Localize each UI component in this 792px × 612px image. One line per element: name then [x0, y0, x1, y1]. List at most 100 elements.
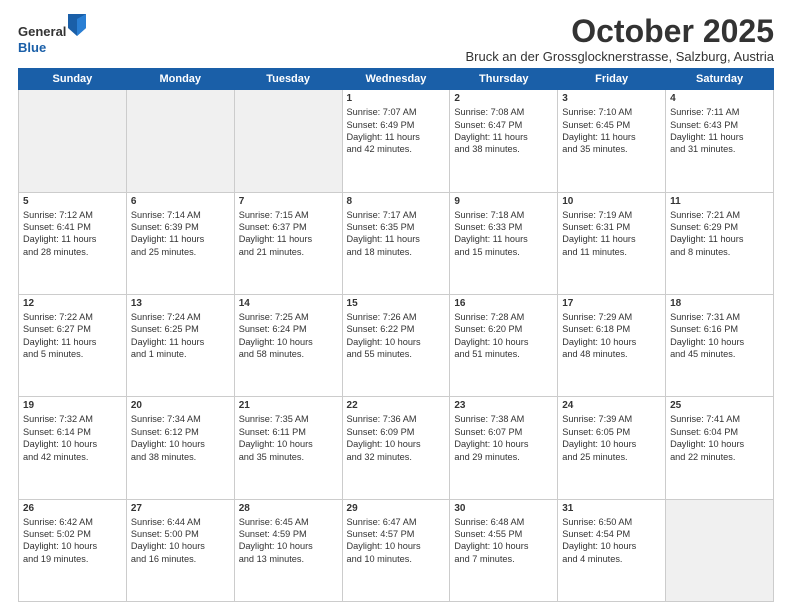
- calendar-cell: 7 Sunrise: 7:15 AMSunset: 6:37 PMDaylight…: [234, 192, 342, 294]
- cell-info: Sunrise: 7:08 AMSunset: 6:47 PMDaylight:…: [454, 106, 553, 156]
- day-number: 1: [347, 93, 446, 104]
- calendar-cell: [666, 499, 774, 601]
- calendar-row-3: 19 Sunrise: 7:32 AMSunset: 6:14 PMDayligh…: [19, 397, 774, 499]
- day-number: 22: [347, 400, 446, 411]
- day-number: 25: [670, 400, 769, 411]
- calendar-cell: 10Sunrise: 7:19 AMSunset: 6:31 PMDayligh…: [558, 192, 666, 294]
- calendar-cell: 12 Sunrise: 7:22 AMSunset: 6:27 PMDayligh…: [19, 294, 127, 396]
- cell-info: Sunrise: 7:11 AMSunset: 6:43 PMDaylight:…: [670, 106, 769, 156]
- logo-icon: [68, 14, 86, 36]
- calendar-cell: 5 Sunrise: 7:12 AMSunset: 6:41 PMDaylight…: [19, 192, 127, 294]
- logo: General Blue: [18, 14, 86, 55]
- weekday-header-monday: Monday: [126, 69, 234, 90]
- calendar-table: SundayMondayTuesdayWednesdayThursdayFrid…: [18, 68, 774, 602]
- calendar-cell: 16 Sunrise: 7:28 AMSunset: 6:20 PMDayligh…: [450, 294, 558, 396]
- day-number: 19: [23, 400, 122, 411]
- day-number: 8: [347, 196, 446, 207]
- logo-blue: Blue: [18, 40, 46, 55]
- calendar-cell: 9 Sunrise: 7:18 AMSunset: 6:33 PMDaylight…: [450, 192, 558, 294]
- day-number: 31: [562, 503, 661, 514]
- weekday-header-thursday: Thursday: [450, 69, 558, 90]
- logo-text: General Blue: [18, 14, 86, 55]
- cell-info: Sunrise: 6:47 AMSunset: 4:57 PMDaylight:…: [347, 516, 446, 566]
- month-title: October 2025: [465, 14, 774, 49]
- cell-info: Sunrise: 7:36 AMSunset: 6:09 PMDaylight:…: [347, 413, 446, 463]
- cell-info: Sunrise: 7:39 AMSunset: 6:05 PMDaylight:…: [562, 413, 661, 463]
- calendar-cell: 18 Sunrise: 7:31 AMSunset: 6:16 PMDayligh…: [666, 294, 774, 396]
- calendar-cell: 6Sunrise: 7:14 AMSunset: 6:39 PMDaylight…: [126, 192, 234, 294]
- calendar-row-0: 1 Sunrise: 7:07 AMSunset: 6:49 PMDaylight…: [19, 90, 774, 192]
- calendar-cell: 31 Sunrise: 6:50 AMSunset: 4:54 PMDayligh…: [558, 499, 666, 601]
- header: General Blue October 2025 Bruck an der G…: [18, 14, 774, 64]
- day-number: 4: [670, 93, 769, 104]
- calendar-row-1: 5 Sunrise: 7:12 AMSunset: 6:41 PMDaylight…: [19, 192, 774, 294]
- calendar-cell: 11 Sunrise: 7:21 AMSunset: 6:29 PMDayligh…: [666, 192, 774, 294]
- cell-info: Sunrise: 7:28 AMSunset: 6:20 PMDaylight:…: [454, 311, 553, 361]
- day-number: 24: [562, 400, 661, 411]
- day-number: 17: [562, 298, 661, 309]
- cell-info: Sunrise: 7:32 AMSunset: 6:14 PMDaylight:…: [23, 413, 122, 463]
- weekday-header-friday: Friday: [558, 69, 666, 90]
- cell-info: Sunrise: 7:10 AMSunset: 6:45 PMDaylight:…: [562, 106, 661, 156]
- cell-info: Sunrise: 7:35 AMSunset: 6:11 PMDaylight:…: [239, 413, 338, 463]
- calendar-cell: 2 Sunrise: 7:08 AMSunset: 6:47 PMDaylight…: [450, 90, 558, 192]
- day-number: 12: [23, 298, 122, 309]
- day-number: 11: [670, 196, 769, 207]
- cell-info: Sunrise: 7:21 AMSunset: 6:29 PMDaylight:…: [670, 209, 769, 259]
- calendar-cell: 3 Sunrise: 7:10 AMSunset: 6:45 PMDaylight…: [558, 90, 666, 192]
- calendar-cell: 1 Sunrise: 7:07 AMSunset: 6:49 PMDaylight…: [342, 90, 450, 192]
- cell-info: Sunrise: 7:07 AMSunset: 6:49 PMDaylight:…: [347, 106, 446, 156]
- cell-info: Sunrise: 6:45 AMSunset: 4:59 PMDaylight:…: [239, 516, 338, 566]
- day-number: 20: [131, 400, 230, 411]
- day-number: 18: [670, 298, 769, 309]
- cell-info: Sunrise: 7:34 AMSunset: 6:12 PMDaylight:…: [131, 413, 230, 463]
- cell-info: Sunrise: 7:18 AMSunset: 6:33 PMDaylight:…: [454, 209, 553, 259]
- calendar-cell: 30Sunrise: 6:48 AMSunset: 4:55 PMDayligh…: [450, 499, 558, 601]
- calendar-cell: [19, 90, 127, 192]
- location-title: Bruck an der Grossglocknerstrasse, Salzb…: [465, 49, 774, 64]
- calendar-cell: 27Sunrise: 6:44 AMSunset: 5:00 PMDayligh…: [126, 499, 234, 601]
- day-number: 7: [239, 196, 338, 207]
- calendar-cell: 20 Sunrise: 7:34 AMSunset: 6:12 PMDayligh…: [126, 397, 234, 499]
- title-block: October 2025 Bruck an der Grossglockners…: [465, 14, 774, 64]
- cell-info: Sunrise: 7:25 AMSunset: 6:24 PMDaylight:…: [239, 311, 338, 361]
- day-number: 28: [239, 503, 338, 514]
- cell-info: Sunrise: 6:42 AMSunset: 5:02 PMDaylight:…: [23, 516, 122, 566]
- day-number: 30: [454, 503, 553, 514]
- calendar-cell: 22 Sunrise: 7:36 AMSunset: 6:09 PMDayligh…: [342, 397, 450, 499]
- cell-info: Sunrise: 7:22 AMSunset: 6:27 PMDaylight:…: [23, 311, 122, 361]
- calendar-cell: 14Sunrise: 7:25 AMSunset: 6:24 PMDayligh…: [234, 294, 342, 396]
- calendar-cell: 24 Sunrise: 7:39 AMSunset: 6:05 PMDayligh…: [558, 397, 666, 499]
- cell-info: Sunrise: 7:19 AMSunset: 6:31 PMDaylight:…: [562, 209, 661, 259]
- calendar-cell: 4 Sunrise: 7:11 AMSunset: 6:43 PMDaylight…: [666, 90, 774, 192]
- calendar-row-4: 26 Sunrise: 6:42 AMSunset: 5:02 PMDayligh…: [19, 499, 774, 601]
- weekday-header-wednesday: Wednesday: [342, 69, 450, 90]
- day-number: 5: [23, 196, 122, 207]
- day-number: 3: [562, 93, 661, 104]
- day-number: 27: [131, 503, 230, 514]
- cell-info: Sunrise: 7:24 AMSunset: 6:25 PMDaylight:…: [131, 311, 230, 361]
- calendar-cell: 23 Sunrise: 7:38 AMSunset: 6:07 PMDayligh…: [450, 397, 558, 499]
- weekday-header-tuesday: Tuesday: [234, 69, 342, 90]
- day-number: 2: [454, 93, 553, 104]
- day-number: 9: [454, 196, 553, 207]
- day-number: 16: [454, 298, 553, 309]
- day-number: 21: [239, 400, 338, 411]
- weekday-header-sunday: Sunday: [19, 69, 127, 90]
- cell-info: Sunrise: 7:31 AMSunset: 6:16 PMDaylight:…: [670, 311, 769, 361]
- day-number: 15: [347, 298, 446, 309]
- day-number: 23: [454, 400, 553, 411]
- calendar-cell: 19 Sunrise: 7:32 AMSunset: 6:14 PMDayligh…: [19, 397, 127, 499]
- day-number: 26: [23, 503, 122, 514]
- cell-info: Sunrise: 7:15 AMSunset: 6:37 PMDaylight:…: [239, 209, 338, 259]
- cell-info: Sunrise: 7:12 AMSunset: 6:41 PMDaylight:…: [23, 209, 122, 259]
- page: General Blue October 2025 Bruck an der G…: [0, 0, 792, 612]
- calendar-cell: 15Sunrise: 7:26 AMSunset: 6:22 PMDayligh…: [342, 294, 450, 396]
- calendar-cell: 29Sunrise: 6:47 AMSunset: 4:57 PMDayligh…: [342, 499, 450, 601]
- calendar-cell: 26 Sunrise: 6:42 AMSunset: 5:02 PMDayligh…: [19, 499, 127, 601]
- calendar-cell: 21 Sunrise: 7:35 AMSunset: 6:11 PMDayligh…: [234, 397, 342, 499]
- calendar-cell: 28 Sunrise: 6:45 AMSunset: 4:59 PMDayligh…: [234, 499, 342, 601]
- cell-info: Sunrise: 7:41 AMSunset: 6:04 PMDaylight:…: [670, 413, 769, 463]
- cell-info: Sunrise: 6:50 AMSunset: 4:54 PMDaylight:…: [562, 516, 661, 566]
- cell-info: Sunrise: 7:38 AMSunset: 6:07 PMDaylight:…: [454, 413, 553, 463]
